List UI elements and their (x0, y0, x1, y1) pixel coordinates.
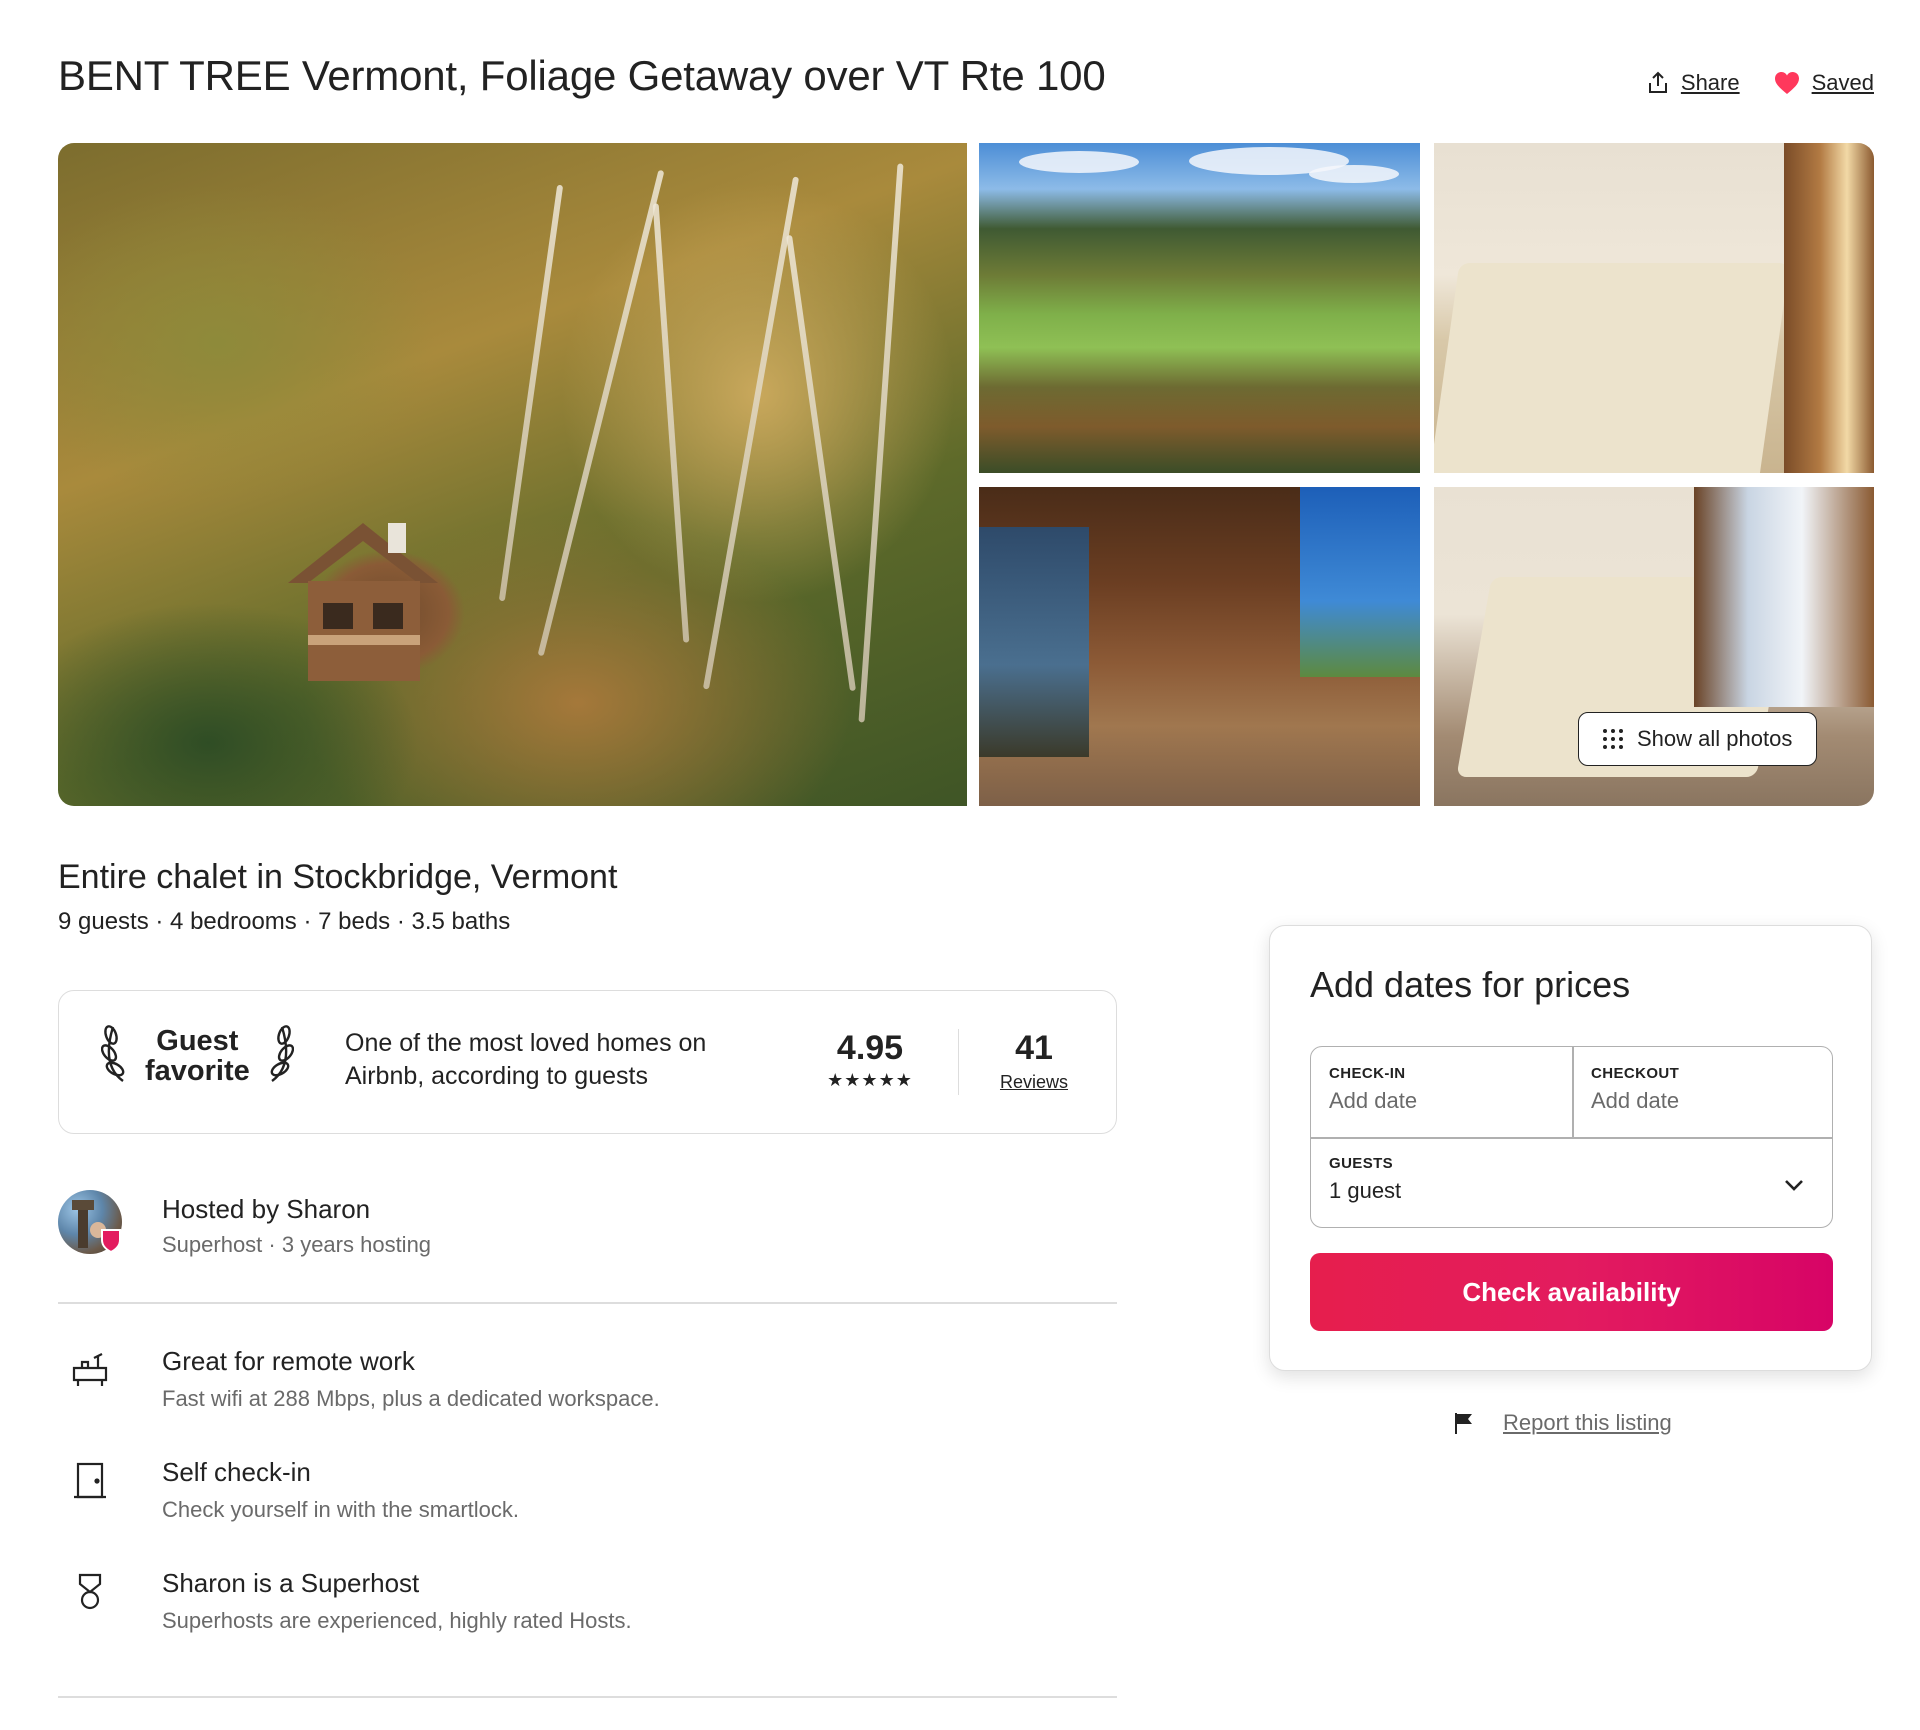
saved-label: Saved (1811, 70, 1874, 95)
door-icon (74, 1462, 106, 1499)
section-divider (58, 1302, 1117, 1304)
checkout-value: Add date (1591, 1088, 1680, 1113)
highlight-subtitle: Superhosts are experienced, highly rated… (162, 1608, 632, 1633)
checkin-value: Add date (1329, 1088, 1418, 1113)
share-button[interactable]: Share (1647, 70, 1740, 96)
rating-value: 4.95 (836, 1029, 904, 1067)
chalet-graphic (288, 523, 438, 681)
chevron-down-icon[interactable] (1782, 1173, 1806, 1197)
highlight-title: Sharon is a Superhost (162, 1568, 420, 1598)
section-divider (58, 1696, 1117, 1698)
saved-button[interactable]: Saved (1774, 70, 1874, 96)
highlight-subtitle: Fast wifi at 288 Mbps, plus a dedicated … (162, 1386, 660, 1411)
guest-favorite-description: One of the most loved homes on Airbnb, a… (345, 1027, 765, 1093)
highlight-self-check-in: Self check-in Check yourself in with the… (58, 1457, 1117, 1547)
reviews-block[interactable]: 41 Reviews (979, 1029, 1089, 1093)
guest-favorite-card[interactable]: Guest favorite One of the most loved hom… (58, 990, 1117, 1134)
rating-separator (958, 1029, 959, 1095)
laurel-left-icon (100, 1023, 135, 1088)
listing-subtitle: Entire chalet in Stockbridge, Vermont (58, 858, 618, 896)
top-actions: Share Saved (1647, 70, 1874, 96)
share-icon (1647, 71, 1669, 95)
photo-porch-deck[interactable] (979, 487, 1420, 806)
highlight-remote-work: Great for remote work Fast wifi at 288 M… (58, 1346, 1117, 1436)
grid-dots-icon (1603, 729, 1623, 749)
guest-favorite-description-line1: One of the most loved homes on (345, 1029, 707, 1057)
photo-bedroom-1[interactable] (1434, 143, 1874, 473)
check-availability-button[interactable]: Check availability (1310, 1253, 1833, 1331)
checkin-checkout-divider (1572, 1047, 1574, 1137)
review-count: 41 (1015, 1029, 1053, 1067)
checkout-label: CHECKOUT (1591, 1065, 1680, 1082)
rating-stars: ★★★★★ (827, 1070, 913, 1090)
guests-field[interactable]: GUESTS 1 guest (1329, 1155, 1769, 1204)
show-all-photos-button[interactable]: Show all photos (1578, 712, 1818, 766)
booking-heading: Add dates for prices (1310, 964, 1631, 1005)
report-listing[interactable]: Report this listing (1453, 1410, 1672, 1436)
superhost-medal-icon (78, 1573, 102, 1610)
heart-icon (1774, 71, 1800, 95)
guests-label: GUESTS (1329, 1155, 1394, 1172)
highlight-title: Self check-in (162, 1457, 311, 1487)
listing-specs: 9 guests · 4 bedrooms · 7 beds · 3.5 bat… (58, 908, 511, 935)
highlight-subtitle: Check yourself in with the smartlock. (162, 1497, 520, 1522)
booking-inputs: CHECK-IN Add date CHECKOUT Add date GUES… (1310, 1046, 1833, 1228)
checkout-field[interactable]: CHECKOUT Add date (1591, 1065, 1821, 1114)
checkin-label: CHECK-IN (1329, 1065, 1406, 1082)
guest-favorite-badge: Guest favorite (100, 1023, 294, 1088)
guest-favorite-line2: favorite (145, 1054, 250, 1087)
reviews-link[interactable]: Reviews (979, 1072, 1089, 1093)
host-details: Superhost · 3 years hosting (162, 1232, 432, 1257)
dates-guests-divider (1311, 1137, 1832, 1139)
listing-title: BENT TREE Vermont, Foliage Getaway over … (58, 52, 1106, 99)
guests-value: 1 guest (1329, 1178, 1402, 1203)
rating-block: 4.95 ★★★★★ (815, 1029, 925, 1091)
report-listing-link[interactable]: Report this listing (1503, 1410, 1672, 1436)
photo-valley-view[interactable] (979, 143, 1420, 473)
booking-card: Add dates for prices CHECK-IN Add date C… (1269, 925, 1872, 1371)
host-name: Hosted by Sharon (162, 1194, 371, 1224)
superhost-badge-icon (101, 1229, 121, 1254)
photo-main-chalet-aerial[interactable] (58, 143, 967, 806)
flag-icon (1455, 1413, 1472, 1434)
show-all-photos-label: Show all photos (1637, 726, 1793, 751)
highlight-title: Great for remote work (162, 1346, 415, 1376)
guest-favorite-line1: Guest (156, 1024, 239, 1057)
desk-icon (72, 1353, 108, 1386)
share-label: Share (1680, 70, 1740, 95)
laurel-right-icon (260, 1023, 294, 1088)
photo-gallery (58, 143, 1874, 806)
guest-favorite-description-line2: Airbnb, according to guests (345, 1062, 648, 1090)
highlight-superhost: Sharon is a Superhost Superhosts are exp… (58, 1568, 1117, 1658)
checkin-field[interactable]: CHECK-IN Add date (1329, 1065, 1559, 1114)
